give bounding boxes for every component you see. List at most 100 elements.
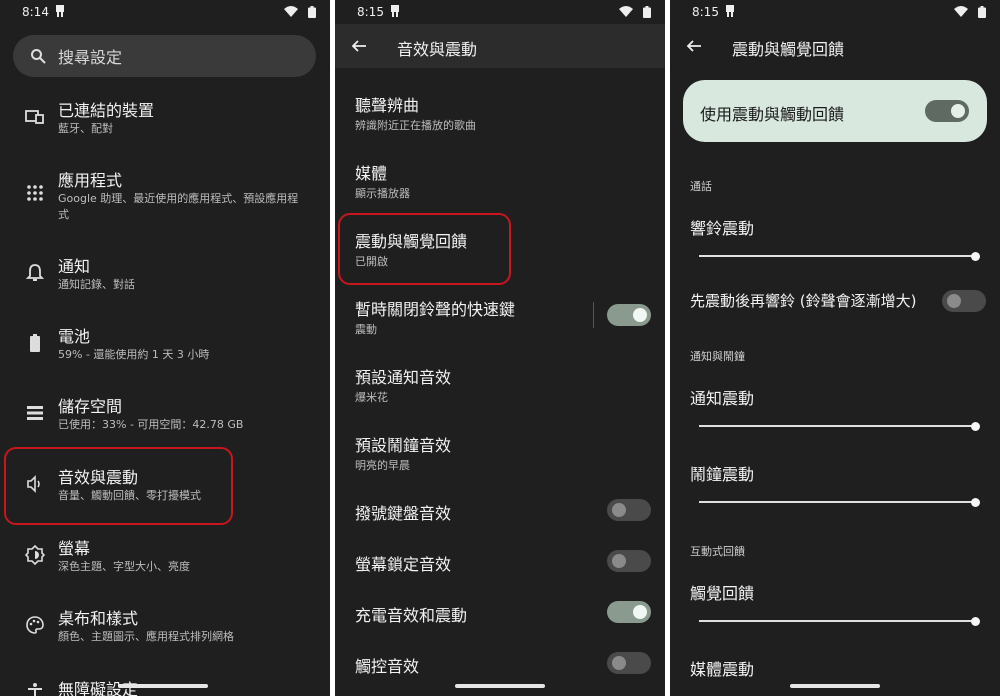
use-vibration-card[interactable]: 使用震動與觸動回饋 <box>683 80 987 142</box>
charging-sounds-toggle[interactable] <box>607 601 651 623</box>
battery-status-icon <box>308 6 316 18</box>
devices-icon <box>25 110 44 124</box>
row-now-playing[interactable]: 聽聲辨曲 辨識附近正在播放的歌曲 <box>335 90 665 140</box>
settings-item-display[interactable]: 螢幕 深色主題、字型大小、亮度 <box>0 533 330 583</box>
row-subtitle: 辨識附近正在播放的歌曲 <box>355 119 476 132</box>
section-header-interactive: 互動式回饋 <box>690 545 745 558</box>
bell-icon <box>25 264 45 281</box>
alarm-vibration-slider[interactable] <box>699 497 980 507</box>
search-bar[interactable]: 搜尋設定 <box>13 35 316 77</box>
settings-item-battery[interactable]: 電池 59% - 還能使用約 1 天 3 小時 <box>0 321 330 371</box>
screen-lock-sound-toggle[interactable] <box>607 550 651 572</box>
status-time: 8:15 <box>692 5 719 19</box>
back-arrow-icon[interactable] <box>686 38 702 54</box>
gesture-bar[interactable] <box>118 684 208 688</box>
alarm-vibration-label: 鬧鐘震動 <box>690 465 755 484</box>
row-divider <box>593 302 594 328</box>
status-bar: 8:15 <box>335 0 665 24</box>
settings-item-connected-devices[interactable]: 已連結的裝置 藍牙、配對 <box>0 95 330 145</box>
row-title: 暫時關閉鈴聲的快速鍵 <box>355 300 516 319</box>
page-title: 音效與震動 <box>397 40 478 59</box>
row-default-alarm-sound[interactable]: 預設鬧鐘音效 明亮的早晨 <box>335 430 665 480</box>
status-bar: 8:15 <box>670 0 1000 24</box>
row-title: 充電音效和震動 <box>355 606 468 625</box>
storage-icon <box>27 406 43 420</box>
palette-icon <box>26 616 44 634</box>
row-vibrate-first[interactable]: 先震動後再響鈴 (鈴聲會逐漸增大) <box>670 286 1000 316</box>
battery-icon <box>30 334 40 352</box>
slider-thumb[interactable] <box>970 251 980 261</box>
row-title: 先震動後再響鈴 (鈴聲會逐漸增大) <box>690 292 917 310</box>
highlight-frame <box>338 213 511 285</box>
settings-item-title: 儲存空間 <box>58 397 123 416</box>
settings-item-title: 電池 <box>58 327 91 346</box>
row-subtitle: 爆米花 <box>355 391 388 404</box>
settings-item-title: 螢幕 <box>58 539 91 558</box>
use-vibration-toggle[interactable] <box>925 100 969 122</box>
dial-pad-tones-toggle[interactable] <box>607 499 651 521</box>
app-bar: 音效與震動 <box>335 24 665 68</box>
settings-item-storage[interactable]: 儲存空間 已使用：33% - 可用空間：42.78 GB <box>0 391 330 441</box>
settings-item-notifications[interactable]: 通知 通知記錄、對話 <box>0 251 330 301</box>
settings-item-subtitle: 59% - 還能使用約 1 天 3 小時 <box>58 348 210 361</box>
section-header-notifications-alarms: 通知與鬧鐘 <box>690 350 745 363</box>
notification-vibration-slider[interactable] <box>699 421 980 431</box>
touch-feedback-label: 觸覺回饋 <box>690 584 755 603</box>
gesture-bar[interactable] <box>790 684 880 688</box>
apps-icon <box>27 185 43 201</box>
notification-icon <box>56 5 64 17</box>
ring-vibration-slider[interactable] <box>699 251 980 261</box>
vibration-haptics-screen: 8:15 震動與觸覺回饋 使用震動與觸動回饋 通話 響鈴震動 先震動後再響鈴 (… <box>670 0 1000 696</box>
section-header-calls: 通話 <box>690 180 712 193</box>
settings-item-title: 已連結的裝置 <box>58 101 155 120</box>
row-title: 螢幕鎖定音效 <box>355 555 452 574</box>
media-vibration-label: 媒體震動 <box>690 660 755 679</box>
row-media[interactable]: 媒體 顯示播放器 <box>335 158 665 208</box>
settings-item-title: 桌布和樣式 <box>58 609 139 628</box>
slider-thumb[interactable] <box>970 616 980 626</box>
search-icon <box>31 49 46 64</box>
touch-sounds-toggle[interactable] <box>607 652 651 674</box>
row-title: 預設通知音效 <box>355 368 452 387</box>
settings-item-subtitle: 已使用：33% - 可用空間：42.78 GB <box>58 418 244 431</box>
touch-feedback-slider[interactable] <box>699 616 980 626</box>
wifi-icon <box>284 6 298 17</box>
slider-thumb[interactable] <box>970 421 980 431</box>
back-arrow-icon[interactable] <box>351 38 367 54</box>
battery-status-icon <box>643 6 651 18</box>
prevent-ringing-toggle[interactable] <box>607 304 651 326</box>
row-title: 媒體 <box>355 164 388 183</box>
row-subtitle: 顯示播放器 <box>355 187 410 200</box>
row-dial-pad-tones[interactable]: 撥號鍵盤音效 <box>335 498 665 538</box>
accessibility-icon <box>28 683 42 696</box>
settings-item-subtitle: 通知記錄、對話 <box>58 278 135 291</box>
row-subtitle: 明亮的早晨 <box>355 459 410 472</box>
page-title: 震動與觸覺回饋 <box>732 40 845 59</box>
row-title: 撥號鍵盤音效 <box>355 504 452 523</box>
notification-icon <box>726 5 734 17</box>
wifi-icon <box>619 6 633 17</box>
status-time: 8:15 <box>357 5 384 19</box>
settings-screen: 8:14 搜尋設定 已連結的裝置 藍牙、配對 應用程式 Google 助理、最近… <box>0 0 330 696</box>
notification-icon <box>391 5 399 17</box>
notification-vibration-label: 通知震動 <box>690 389 755 408</box>
slider-thumb[interactable] <box>970 497 980 507</box>
sound-vibration-screen: 8:15 音效與震動 聽聲辨曲 辨識附近正在播放的歌曲 媒體 顯示播放器 震動與… <box>335 0 665 696</box>
battery-status-icon <box>978 6 986 18</box>
use-vibration-label: 使用震動與觸動回饋 <box>700 105 845 124</box>
row-charging-sounds[interactable]: 充電音效和震動 <box>335 600 665 640</box>
row-screen-lock-sound[interactable]: 螢幕鎖定音效 <box>335 549 665 589</box>
row-prevent-ringing[interactable]: 暫時關閉鈴聲的快速鍵 震動 <box>335 294 665 344</box>
settings-item-apps[interactable]: 應用程式 Google 助理、最近使用的應用程式、預設應用程式 <box>0 165 330 225</box>
row-title: 觸控音效 <box>355 657 420 676</box>
gesture-bar[interactable] <box>455 684 545 688</box>
settings-item-wallpaper[interactable]: 桌布和樣式 顏色、主題圖示、應用程式排列網格 <box>0 603 330 653</box>
vibrate-first-toggle[interactable] <box>942 290 986 312</box>
search-placeholder: 搜尋設定 <box>58 48 123 67</box>
highlight-frame <box>4 447 233 525</box>
ring-vibration-label: 響鈴震動 <box>690 219 755 238</box>
settings-item-title: 應用程式 <box>58 171 123 190</box>
app-bar: 震動與觸覺回饋 <box>670 24 1000 68</box>
wifi-icon <box>954 6 968 17</box>
row-default-notification-sound[interactable]: 預設通知音效 爆米花 <box>335 362 665 412</box>
